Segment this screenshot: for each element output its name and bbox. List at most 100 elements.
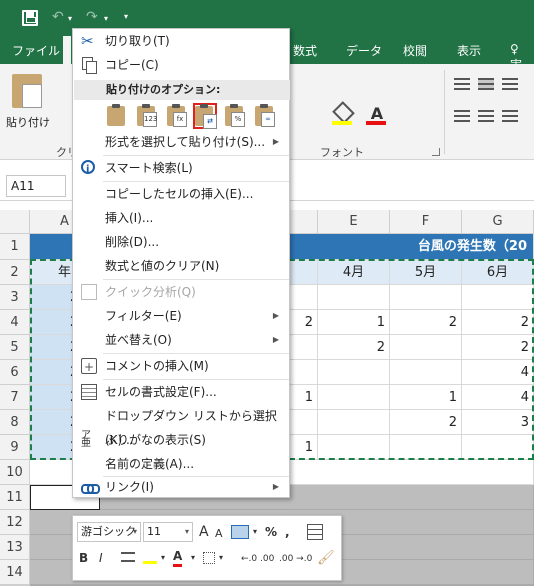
paste-option-formatting[interactable]: %	[223, 103, 247, 129]
menu-item-smart-lookup[interactable]: スマート検索(L)	[73, 156, 289, 182]
cell-d3[interactable]	[290, 285, 318, 310]
format-table-icon[interactable]	[307, 524, 323, 540]
tab-file[interactable]: ファイル	[12, 42, 60, 59]
format-painter-icon[interactable]: 🖌	[317, 548, 335, 568]
cell-e9[interactable]	[318, 435, 390, 460]
menu-item-phonetic[interactable]: ア亜 ふりがなの表示(S)	[73, 428, 289, 452]
paste-option-values[interactable]: 123	[135, 103, 159, 129]
header-cell-may[interactable]: 5月	[390, 260, 462, 285]
qat-customize-icon[interactable]: ▾	[124, 12, 128, 21]
header-cell-d[interactable]	[290, 260, 318, 285]
tab-review[interactable]: 校閲	[403, 42, 427, 59]
paste-button-label[interactable]: 貼り付け	[6, 114, 50, 130]
paste-option-link[interactable]: ∞	[253, 103, 277, 129]
increase-decimal-button[interactable]: ←.0 .00	[241, 549, 274, 569]
align-center-icon[interactable]	[478, 110, 494, 122]
paste-icon[interactable]	[12, 74, 42, 108]
cell-d5[interactable]	[290, 335, 318, 360]
tab-formulas[interactable]: 数式	[293, 42, 317, 59]
cell-d9[interactable]: 1	[290, 435, 318, 460]
row-header-3[interactable]: 3	[0, 285, 30, 310]
chevron-down-icon[interactable]: ▾	[191, 548, 195, 568]
menu-item-paste-special[interactable]: 形式を選択して貼り付け(S)... ▶	[73, 130, 289, 154]
name-box[interactable]: A11	[6, 175, 66, 197]
menu-item-format-cells[interactable]: セルの書式設定(F)...	[73, 380, 289, 404]
cell-g9[interactable]	[462, 435, 534, 460]
row-header-2[interactable]: 2	[0, 260, 30, 285]
row-header-8[interactable]: 8	[0, 410, 30, 435]
menu-item-filter[interactable]: フィルター(E) ▶	[73, 304, 289, 328]
cell-e5[interactable]: 2	[318, 335, 390, 360]
align-middle-icon[interactable]	[478, 78, 494, 90]
tab-home[interactable]	[63, 36, 71, 64]
column-header-e[interactable]: E	[318, 210, 390, 234]
row-header-13[interactable]: 13	[0, 535, 30, 560]
percent-style-button[interactable]: %	[265, 522, 277, 542]
row-header-1[interactable]: 1	[0, 234, 30, 260]
italic-button[interactable]: I	[99, 548, 103, 568]
font-name-select[interactable]: 游ゴシック ▾	[77, 522, 141, 542]
cell-f6[interactable]	[390, 360, 462, 385]
cell-f4[interactable]: 2	[390, 310, 462, 335]
cell-f9[interactable]	[390, 435, 462, 460]
cell-e7[interactable]	[318, 385, 390, 410]
tab-data[interactable]: データ	[346, 42, 382, 59]
row-header-5[interactable]: 5	[0, 335, 30, 360]
redo-dropdown-icon[interactable]: ▾	[104, 14, 108, 23]
align-top-icon[interactable]	[454, 78, 470, 90]
font-color-button[interactable]: A	[173, 548, 183, 567]
cell-g5[interactable]: 2	[462, 335, 534, 360]
tab-view[interactable]: 表示	[457, 42, 481, 59]
undo-icon[interactable]: ↶	[52, 7, 64, 27]
menu-item-insert-copied[interactable]: コピーしたセルの挿入(E)...	[73, 182, 289, 206]
cell-e6[interactable]	[318, 360, 390, 385]
row-header-6[interactable]: 6	[0, 360, 30, 385]
save-icon[interactable]	[22, 10, 38, 26]
comma-style-button[interactable]: ,	[285, 522, 290, 542]
chevron-down-icon[interactable]: ▾	[219, 548, 223, 568]
chevron-down-icon[interactable]: ▾	[253, 522, 257, 542]
row-header-10[interactable]: 10	[0, 460, 30, 485]
cell-f8[interactable]: 2	[390, 410, 462, 435]
menu-item-insert-comment[interactable]: コメントの挿入(M)	[73, 354, 289, 379]
font-dialog-launcher-icon[interactable]	[432, 148, 440, 156]
row-header-14[interactable]: 14	[0, 560, 30, 585]
borders-icon[interactable]	[203, 552, 215, 564]
cell-d7[interactable]: 1	[290, 385, 318, 410]
cell-f3[interactable]	[390, 285, 462, 310]
menu-item-cut[interactable]: ✂ 切り取り(T)	[73, 29, 289, 53]
cell-f5[interactable]	[390, 335, 462, 360]
decrease-decimal-button[interactable]: .00 →.0	[279, 549, 312, 569]
menu-item-sort[interactable]: 並べ替え(O) ▶	[73, 328, 289, 352]
select-all-corner[interactable]	[0, 210, 30, 234]
cell-e4[interactable]: 1	[318, 310, 390, 335]
menu-item-copy[interactable]: コピー(C)	[73, 53, 289, 77]
align-center-icon[interactable]	[121, 552, 135, 562]
align-right-icon[interactable]	[502, 110, 518, 122]
cell-g8[interactable]: 3	[462, 410, 534, 435]
paste-option-paste[interactable]	[105, 103, 129, 129]
menu-item-define-name[interactable]: 名前の定義(A)...	[73, 452, 289, 476]
fill-color-icon[interactable]	[143, 552, 157, 564]
cell-g3[interactable]	[462, 285, 534, 310]
row-header-4[interactable]: 4	[0, 310, 30, 335]
font-size-select[interactable]: 11 ▾	[143, 522, 193, 542]
cell-g4[interactable]: 2	[462, 310, 534, 335]
menu-item-clear[interactable]: 数式と値のクリア(N)	[73, 254, 289, 278]
align-bottom-icon[interactable]	[502, 78, 518, 90]
font-color-icon[interactable]: A	[366, 104, 388, 126]
cell-d4[interactable]: 2	[290, 310, 318, 335]
column-header-f[interactable]: F	[390, 210, 462, 234]
number-format-icon[interactable]	[231, 525, 249, 539]
bold-button[interactable]: B	[79, 548, 88, 568]
cell-f7[interactable]: 1	[390, 385, 462, 410]
undo-dropdown-icon[interactable]: ▾	[68, 14, 72, 23]
menu-item-delete[interactable]: 削除(D)...	[73, 230, 289, 254]
column-header-g[interactable]: G	[462, 210, 534, 234]
align-left-icon[interactable]	[454, 110, 470, 122]
cell-e8[interactable]	[318, 410, 390, 435]
column-header-d[interactable]	[290, 210, 318, 234]
menu-item-insert[interactable]: 挿入(I)...	[73, 206, 289, 230]
shrink-font-button[interactable]: A	[215, 524, 223, 544]
cell-g7[interactable]: 4	[462, 385, 534, 410]
